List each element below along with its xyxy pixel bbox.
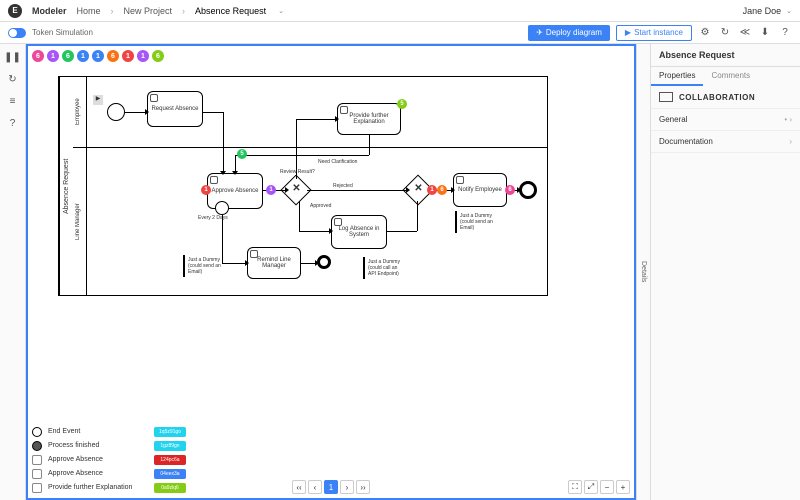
download-icon[interactable]: ⬇ xyxy=(758,26,772,40)
fit-icon[interactable]: ⤢ xyxy=(584,480,598,494)
zoom-out-icon[interactable]: − xyxy=(600,480,614,494)
collaboration-icon xyxy=(659,92,673,102)
section-collaboration: COLLABORATION xyxy=(651,86,800,109)
app-logo: E xyxy=(8,4,22,18)
help-tool-icon[interactable]: ? xyxy=(6,116,20,130)
deploy-button[interactable]: ✈ Deploy diagram xyxy=(528,25,610,41)
help-icon[interactable]: ? xyxy=(778,26,792,40)
note-notify: Just a Dummy (could send an Email) xyxy=(455,211,497,233)
pager-current[interactable]: 1 xyxy=(324,480,338,494)
legend-row: Approve Absence04eex3a xyxy=(32,467,186,480)
pager-next[interactable]: › xyxy=(340,480,354,494)
token-badge[interactable]: 6 xyxy=(62,50,74,62)
note-remind: Just a Dummy (could send an Email) xyxy=(183,255,225,277)
task-provide[interactable]: Provide further Explanation xyxy=(337,103,401,135)
app-name: Modeler xyxy=(32,6,67,16)
breadcrumb-home[interactable]: Home xyxy=(77,6,101,16)
pager-first[interactable]: ‹‹ xyxy=(292,480,306,494)
note-log: Just a Dummy (could call an API Endpoint… xyxy=(363,257,405,279)
breadcrumb-project[interactable]: New Project xyxy=(124,6,173,16)
refresh-icon[interactable]: ↻ xyxy=(6,72,20,86)
end-event[interactable] xyxy=(519,181,537,199)
token-badge[interactable]: 1 xyxy=(47,50,59,62)
simulation-label: Token Simulation xyxy=(32,28,93,37)
row-general[interactable]: General• › xyxy=(651,109,800,131)
action-bar: Token Simulation ✈ Deploy diagram ▶ Star… xyxy=(0,22,800,44)
row-documentation[interactable]: Documentation› xyxy=(651,131,800,153)
zoom-in-icon[interactable]: + xyxy=(616,480,630,494)
legend-row: Process finished1gz89gn xyxy=(32,439,186,452)
legend: End Event1q5z91goProcess finished1gz89gn… xyxy=(32,425,186,494)
pool-label: Absence Request xyxy=(59,77,73,295)
user-menu[interactable]: Jane Doe ⌄ xyxy=(743,6,792,16)
play-token-icon[interactable]: ▶ xyxy=(93,95,103,105)
start-button[interactable]: ▶ Start instance xyxy=(616,25,692,41)
breadcrumb-current[interactable]: Absence Request xyxy=(195,6,266,16)
properties-panel: Absence Request Properties Comments COLL… xyxy=(650,44,800,500)
tab-comments[interactable]: Comments xyxy=(703,67,758,86)
history-icon[interactable]: ↻ xyxy=(718,26,732,40)
lane-manager: Line Manager xyxy=(75,147,81,297)
task-notify[interactable]: Notify Employee xyxy=(453,173,507,207)
pager: ‹‹ ‹ 1 › ›› xyxy=(292,480,370,494)
task-request[interactable]: Request Absence xyxy=(147,91,203,127)
token-strip: 616116116 xyxy=(32,50,164,62)
list-icon[interactable]: ≡ xyxy=(6,94,20,108)
token-badge[interactable]: 1 xyxy=(137,50,149,62)
legend-row: Approve Absence124pc6a xyxy=(32,453,186,466)
details-tab[interactable]: Details xyxy=(636,44,650,500)
token-badge[interactable]: 6 xyxy=(107,50,119,62)
token-badge[interactable]: 6 xyxy=(152,50,164,62)
token-badge[interactable]: 1 xyxy=(77,50,89,62)
pause-icon[interactable]: ❚❚ xyxy=(6,50,20,64)
chevron-down-icon[interactable]: ⌄ xyxy=(278,7,284,15)
timer-event[interactable] xyxy=(215,201,229,215)
tab-properties[interactable]: Properties xyxy=(651,67,703,86)
top-bar: E Modeler Home › New Project › Absence R… xyxy=(0,0,800,22)
fullscreen-icon[interactable]: ⛶ xyxy=(568,480,582,494)
task-log[interactable]: Log Absence in System xyxy=(331,215,387,249)
start-event[interactable] xyxy=(107,103,125,121)
left-toolbar: ❚❚ ↻ ≡ ? xyxy=(0,44,26,500)
remind-end-event[interactable] xyxy=(317,255,331,269)
legend-row: End Event1q5z91go xyxy=(32,425,186,438)
diagram-canvas[interactable]: 616116116 Absence Request Employee Line … xyxy=(26,44,636,500)
hierarchy-icon[interactable]: ⚙ xyxy=(698,26,712,40)
zoom-controls: ⛶ ⤢ − + xyxy=(568,480,630,494)
task-remind[interactable]: Remind Line Manager xyxy=(247,247,301,279)
token-badge[interactable]: 1 xyxy=(92,50,104,62)
pager-last[interactable]: ›› xyxy=(356,480,370,494)
bpmn-diagram: Absence Request Employee Line Manager ▶ … xyxy=(58,76,548,326)
legend-row: Provide further Explanation0a9zlq6 xyxy=(32,481,186,494)
token-badge[interactable]: 6 xyxy=(32,50,44,62)
token-badge[interactable]: 1 xyxy=(122,50,134,62)
share-icon[interactable]: ≪ xyxy=(738,26,752,40)
chevron-down-icon: ⌄ xyxy=(786,7,792,15)
simulation-toggle[interactable] xyxy=(8,28,26,38)
panel-title: Absence Request xyxy=(651,44,800,67)
lane-employee: Employee xyxy=(75,77,81,147)
pager-prev[interactable]: ‹ xyxy=(308,480,322,494)
